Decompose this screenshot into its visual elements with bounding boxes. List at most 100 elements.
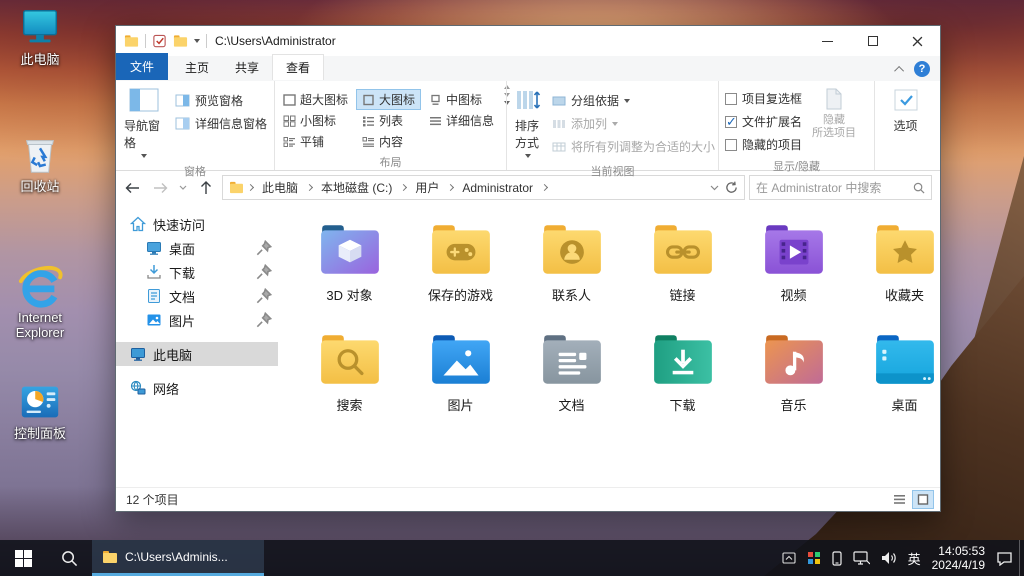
sidebar-item-this-pc[interactable]: 此电脑	[116, 342, 278, 366]
details-view-toggle[interactable]	[888, 490, 910, 509]
control-panel-icon	[17, 380, 63, 424]
file-item-documents[interactable]: 文档	[516, 332, 627, 442]
file-item-desktop[interactable]: 桌面	[849, 332, 940, 442]
taskbar-clock[interactable]: 14:05:53 2024/4/19	[932, 544, 985, 572]
pin-icon	[256, 288, 272, 304]
sort-by-button[interactable]: 排序方式	[509, 85, 547, 161]
file-item-saved-games[interactable]: 保存的游戏	[405, 222, 516, 332]
item-checkboxes-checkbox[interactable]: 项目复选框	[721, 87, 806, 110]
ribbon-tabstrip: 文件 主页 共享 查看 ?	[116, 56, 940, 81]
items-count: 12 个项目	[126, 491, 179, 508]
layout-medium-icons[interactable]: 中图标	[423, 89, 500, 110]
minimize-button[interactable]	[805, 26, 850, 56]
layout-item-label: 大图标	[379, 91, 415, 108]
file-item-links[interactable]: 链接	[627, 222, 738, 332]
large-icons-view-toggle[interactable]	[912, 490, 934, 509]
navigation-pane-button[interactable]: 导航窗格	[118, 85, 170, 161]
tab-home[interactable]: 主页	[172, 55, 222, 80]
clock-time: 14:05:53	[932, 544, 985, 558]
explorer-app-icon	[124, 34, 139, 48]
refresh-icon[interactable]	[725, 181, 738, 194]
show-desktop-button[interactable]	[1019, 540, 1024, 576]
help-button[interactable]: ?	[914, 61, 930, 77]
tray-phone-icon[interactable]	[832, 551, 842, 566]
ime-indicator[interactable]: 英	[908, 549, 921, 568]
sidebar-item-desktop[interactable]: 桌面	[116, 236, 278, 260]
add-columns-button[interactable]: 添加列	[547, 112, 720, 135]
search-icon[interactable]	[913, 182, 925, 194]
desktop-icon-recycle-bin[interactable]: 回收站	[2, 133, 78, 194]
file-item-searches[interactable]: 搜索	[294, 332, 405, 442]
file-item-contacts[interactable]: 联系人	[516, 222, 627, 332]
maximize-button[interactable]	[850, 26, 895, 56]
action-center-icon[interactable]	[996, 551, 1013, 566]
details-pane-label: 详细信息窗格	[195, 115, 267, 132]
file-item-videos[interactable]: 视频	[738, 222, 849, 332]
layout-extra-large-icons[interactable]: 超大图标	[277, 89, 354, 110]
sidebar-label: 下载	[169, 263, 195, 282]
layout-small-icons[interactable]: 小图标	[277, 110, 354, 131]
start-button[interactable]	[0, 540, 46, 576]
layout-tiles[interactable]: 平铺	[277, 131, 354, 152]
sidebar-item-documents[interactable]: 文档	[116, 284, 278, 308]
folder-icon	[102, 550, 118, 564]
file-item-3d-objects[interactable]: 3D 对象	[294, 222, 405, 332]
hidden-items-checkbox[interactable]: 隐藏的项目	[721, 133, 806, 156]
tab-view[interactable]: 查看	[272, 54, 324, 80]
tray-color-app-icon[interactable]	[807, 551, 821, 565]
breadcrumb-users[interactable]: 用户	[410, 176, 444, 199]
taskbar-search-button[interactable]	[46, 540, 92, 576]
checkbox-icon[interactable]	[725, 139, 737, 151]
desktop-icon-label: 控制面板	[14, 426, 66, 441]
collapse-ribbon-icon[interactable]	[894, 65, 904, 75]
layout-list-view[interactable]: 列表	[356, 110, 421, 131]
address-history-chevron-icon[interactable]	[710, 185, 719, 191]
back-icon	[125, 182, 140, 194]
search-input[interactable]	[756, 181, 909, 195]
details-pane-button[interactable]: 详细信息窗格	[170, 112, 272, 135]
tray-chevron-up-icon[interactable]	[782, 552, 796, 564]
file-item-downloads[interactable]: 下载	[627, 332, 738, 442]
hide-selected-button[interactable]: 隐藏 所选项目	[806, 85, 862, 143]
layout-details-view[interactable]: 详细信息	[423, 110, 500, 131]
sidebar-item-downloads[interactable]: 下载	[116, 260, 278, 284]
file-extensions-checkbox[interactable]: 文件扩展名	[721, 110, 806, 133]
navigation-pane-icon	[129, 88, 159, 114]
file-item-favorites[interactable]: 收藏夹	[849, 222, 940, 332]
preview-pane-button[interactable]: 预览窗格	[170, 89, 272, 112]
group-by-chevron-icon	[624, 99, 630, 103]
sidebar-item-quick-access[interactable]: 快速访问	[116, 212, 278, 236]
desktop-icon-this-pc[interactable]: 此电脑	[2, 6, 78, 67]
file-list-area[interactable]: 3D 对象 保存的游戏	[278, 204, 940, 487]
close-button[interactable]	[895, 26, 940, 56]
layout-content[interactable]: 内容	[356, 131, 421, 152]
layout-large-icons[interactable]: 大图标	[356, 89, 421, 110]
desktop-icon-control-panel[interactable]: 控制面板	[2, 380, 78, 441]
tray-volume-icon[interactable]	[881, 551, 897, 565]
desktop-icon-internet-explorer[interactable]: Internet Explorer	[2, 264, 78, 340]
new-folder-button-icon[interactable]	[173, 34, 188, 48]
tab-share[interactable]: 共享	[222, 55, 272, 80]
add-columns-chevron-icon	[612, 122, 618, 126]
file-item-music[interactable]: 音乐	[738, 332, 849, 442]
checkbox-icon[interactable]	[725, 93, 737, 105]
sidebar-item-pictures[interactable]: 图片	[116, 308, 278, 332]
tab-file[interactable]: 文件	[116, 53, 168, 80]
taskbar-task-explorer[interactable]: C:\Users\Adminis...	[92, 540, 264, 576]
group-by-button[interactable]: 分组依据	[547, 89, 720, 112]
file-item-pictures[interactable]: 图片	[405, 332, 516, 442]
search-box[interactable]	[749, 175, 932, 200]
checkbox-icon[interactable]	[725, 116, 737, 128]
ribbon-group-panes: 导航窗格 预览窗格 详细信息窗格 窗格	[116, 81, 274, 170]
breadcrumb-local-disk-c[interactable]: 本地磁盘 (C:)	[316, 176, 397, 199]
size-all-columns-button[interactable]: 将所有列调整为合适的大小	[547, 135, 720, 158]
properties-button-icon[interactable]	[152, 34, 167, 48]
titlebar[interactable]: C:\Users\Administrator	[116, 26, 940, 56]
file-label: 保存的游戏	[428, 285, 493, 304]
tray-network-icon[interactable]	[853, 551, 870, 565]
sidebar-label: 快速访问	[153, 215, 205, 234]
customize-qat-chevron-icon[interactable]	[194, 39, 200, 43]
group-label-panes: 窗格	[118, 161, 272, 182]
sidebar-item-network[interactable]: 网络	[116, 376, 278, 400]
options-button[interactable]: 选项	[886, 85, 926, 137]
